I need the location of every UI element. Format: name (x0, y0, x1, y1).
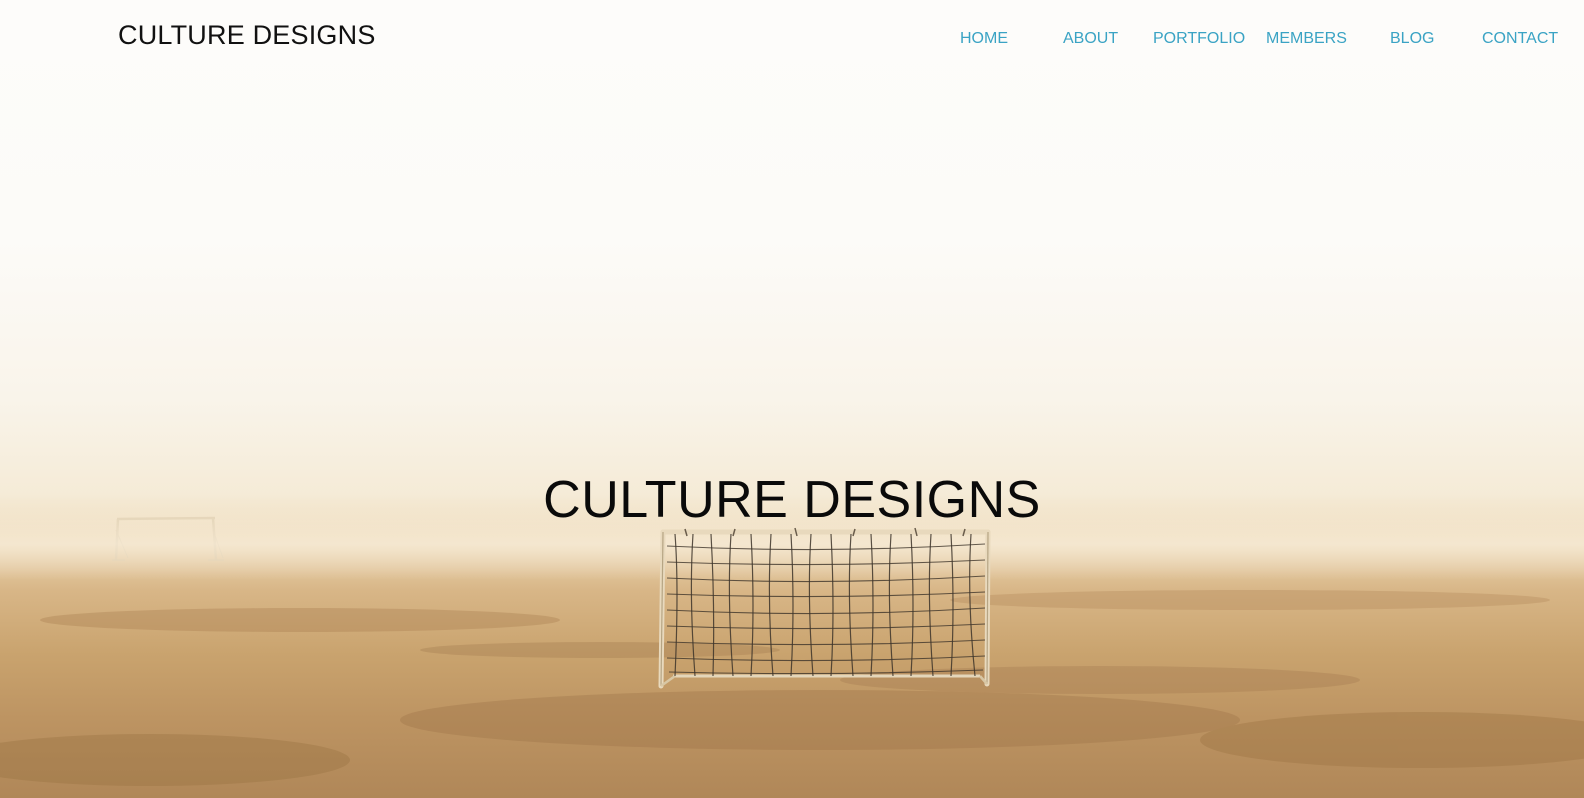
main-nav: HOME ABOUT PORTFOLIO MEMBERS BLOG CONTAC… (0, 30, 1584, 50)
nav-item-contact[interactable]: CONTACT (1482, 30, 1558, 48)
nav-item-home[interactable]: HOME (960, 30, 1008, 48)
soccer-goal-image (658, 527, 991, 689)
nav-item-portfolio[interactable]: PORTFOLIO (1153, 30, 1245, 48)
nav-item-about[interactable]: ABOUT (1063, 30, 1118, 48)
hero-title: CULTURE DESIGNS (543, 471, 1041, 529)
hero-section: CULTURE DESIGNS HOME ABOUT PORTFOLIO MEM… (0, 0, 1584, 798)
nav-item-members[interactable]: MEMBERS (1266, 30, 1347, 48)
nav-item-blog[interactable]: BLOG (1390, 30, 1434, 48)
